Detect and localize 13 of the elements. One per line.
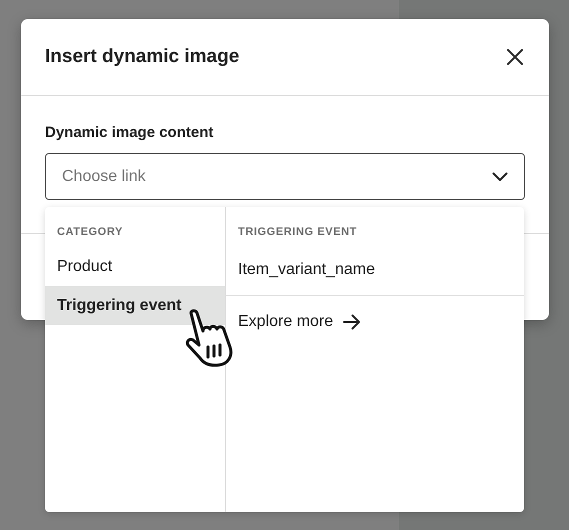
arrow-right-icon bbox=[343, 314, 362, 330]
category-item[interactable]: Product bbox=[45, 247, 225, 286]
explore-more-link[interactable]: Explore more bbox=[238, 313, 362, 331]
select-field[interactable]: Choose link bbox=[45, 153, 525, 200]
column-heading: TRIGGERING EVENT bbox=[238, 225, 357, 239]
option-item[interactable]: Item_variant_name bbox=[226, 247, 524, 296]
chevron-down-icon bbox=[492, 172, 508, 182]
field-label: Dynamic image content bbox=[45, 123, 214, 143]
dialog-title: Insert dynamic image bbox=[45, 46, 240, 68]
close-icon bbox=[507, 49, 523, 65]
category-item[interactable]: Triggering event bbox=[45, 286, 225, 325]
close-button[interactable] bbox=[505, 47, 525, 67]
column-heading: CATEGORY bbox=[57, 225, 123, 239]
